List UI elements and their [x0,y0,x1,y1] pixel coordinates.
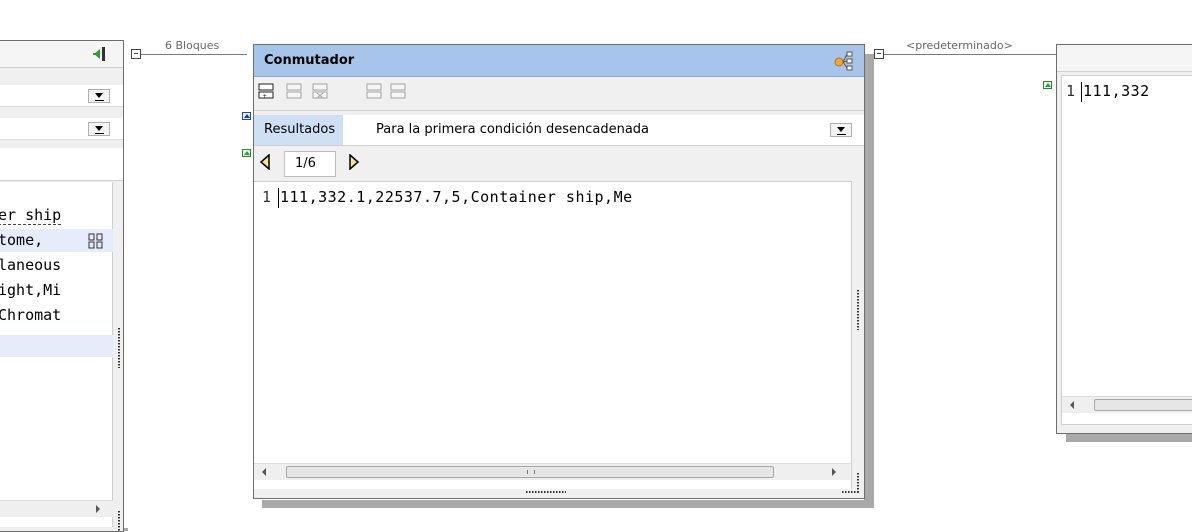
results-label: Resultados [254,115,344,145]
result-line: 111,332.1,22537.7,5,Container ship,Me [280,188,633,206]
left-combo-2[interactable] [0,118,123,140]
left-hscrollbar[interactable] [0,500,113,517]
switch-window-shadow [864,54,874,508]
right-hscrollbar[interactable] [1062,396,1192,413]
results-text-area[interactable]: 1 111,332.1,22537.7,5,Container ship,Me [254,181,852,489]
scroll-right-icon[interactable] [96,505,100,513]
collapse-icon[interactable] [92,46,108,62]
text-caret [1081,82,1082,102]
connector-label: <predeterminado> [906,39,1013,52]
dropdown-arrow-icon[interactable] [88,89,110,103]
code-line: er ship [0,206,62,225]
resize-grip[interactable] [857,290,859,330]
line-number: 1 [1066,82,1076,100]
resize-grip[interactable] [118,511,120,531]
connector-label: 6 Bloques [165,39,220,52]
mode-select-value[interactable]: Para la primera condición desencadenada [376,122,649,137]
corner-grip[interactable] [842,491,860,493]
expand-results-icon[interactable] [242,149,251,157]
left-text-area[interactable]: er ship tome, laneous ight,Mi Chromat [0,182,113,527]
left-window: er ship tome, laneous ight,Mi Chromat [0,40,124,532]
left-blank-row [0,148,123,181]
mode-dropdown-icon[interactable] [830,123,852,137]
results-row: Resultados Para la primera condición des… [254,115,864,146]
output-port[interactable] [131,49,141,59]
next-result-icon[interactable] [348,153,360,171]
resize-grip[interactable] [118,328,120,368]
connector-line [141,54,247,55]
selected-line-highlight [0,335,113,357]
right-window-shadow [1066,434,1192,442]
corner-grip[interactable] [857,473,859,493]
switch-title: Conmutador [264,53,355,68]
scroll-right-icon[interactable] [832,468,836,476]
delete-condition-icon [312,83,330,101]
insert-condition-icon [286,83,304,101]
pager-field[interactable]: 1/6 [284,151,336,177]
line-number: 1 [262,188,272,206]
switch-toolbar: + [254,78,864,111]
right-text-area[interactable]: 1 111,332 [1061,75,1192,425]
switch-node-icon [834,51,854,71]
move-down-icon [390,83,408,101]
code-line: ight,Mi [0,281,62,299]
switch-title-bar[interactable]: Conmutador [254,45,864,77]
pager-value: 1/6 [295,156,316,171]
scroll-left-icon[interactable] [262,468,266,476]
output-port[interactable] [874,49,884,59]
result-line: 111,332 [1083,82,1150,100]
results-hscrollbar[interactable] [254,463,851,480]
previous-result-icon[interactable] [259,153,271,171]
code-line: Chromat [0,306,62,324]
switch-window-shadow [262,500,874,508]
code-line: laneous [0,256,62,274]
scroll-left-icon[interactable] [1070,401,1074,409]
pager-row: 1/6 [254,147,854,180]
svg-text:+: + [262,93,267,100]
connector-line [884,54,1056,55]
text-caret [278,188,279,208]
left-combo-1[interactable] [0,85,123,107]
right-window: 1 111,332 [1056,44,1192,434]
expand-output-icon[interactable] [1043,81,1052,89]
move-up-icon [366,83,384,101]
resize-grip[interactable] [526,491,566,493]
add-condition-icon[interactable]: + [258,83,276,101]
scroll-thumb[interactable] [286,466,774,478]
return-icon [88,233,104,249]
right-window-header [1057,45,1192,72]
dropdown-arrow-icon[interactable] [88,122,110,136]
collapse-results-icon[interactable] [242,112,251,120]
scroll-thumb[interactable] [1094,399,1192,411]
code-line: tome, [0,231,44,249]
switch-window: Conmutador + Resultados Para la primera … [242,44,865,499]
